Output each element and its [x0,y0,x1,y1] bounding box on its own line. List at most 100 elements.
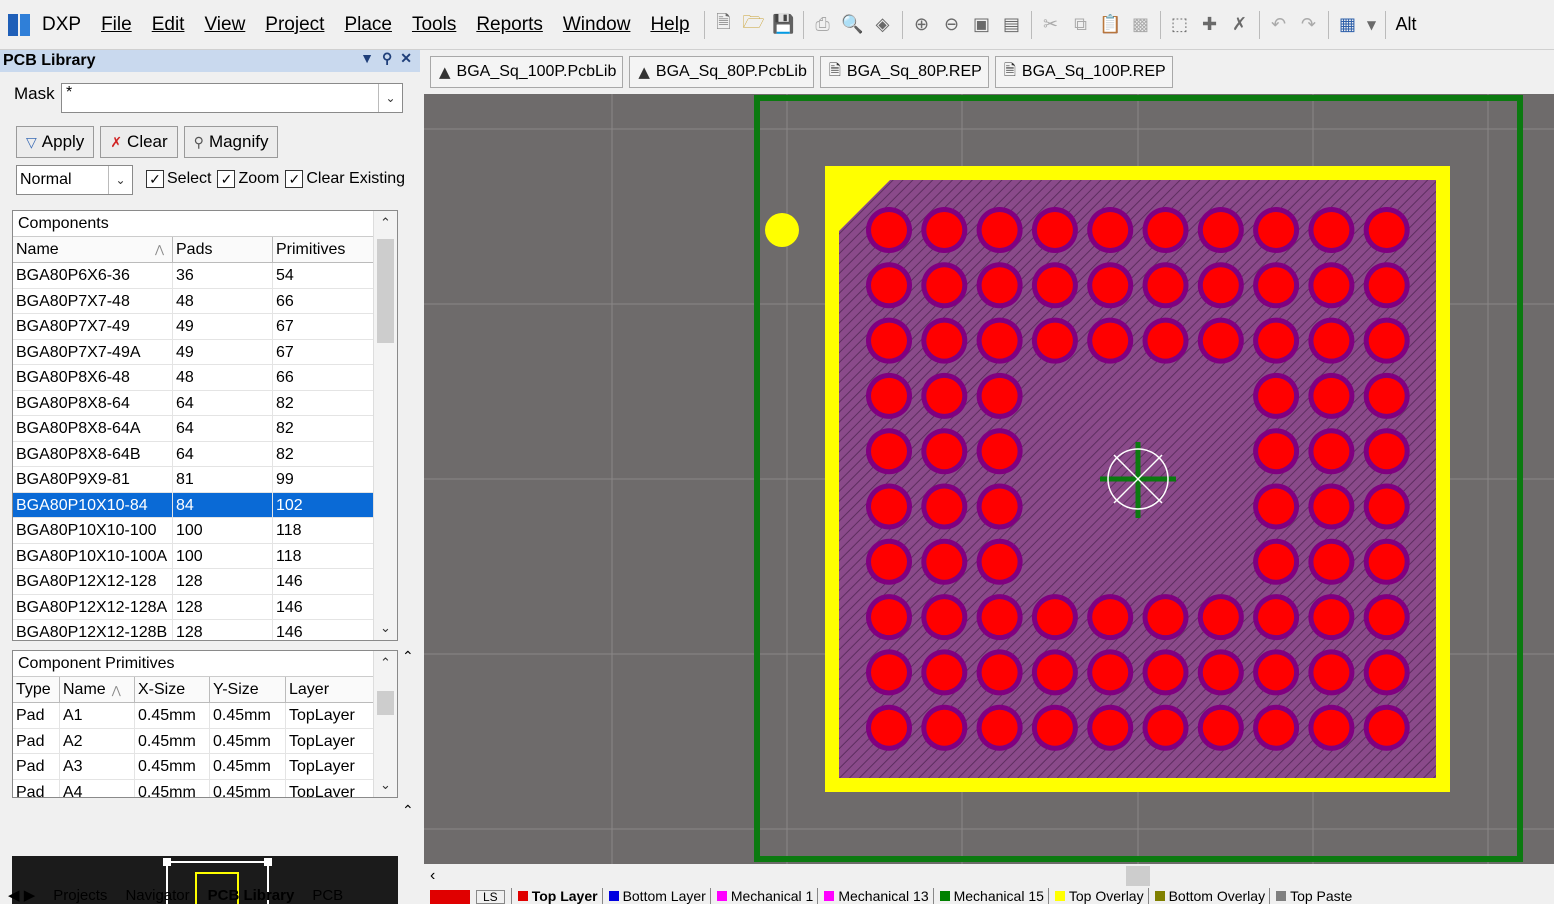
print-icon[interactable]: ⎙ [808,10,838,40]
component-row[interactable]: BGA80P10X10-100 100 118 [13,518,375,544]
bga-pad[interactable] [871,709,907,746]
cut-icon[interactable]: ✂ [1036,10,1066,40]
bga-pad[interactable] [1147,599,1184,636]
bga-pad[interactable] [1092,599,1129,636]
component-row[interactable]: BGA80P10X10-84 84 102 [13,492,375,518]
bga-pad[interactable] [1092,654,1129,691]
scrollbar-thumb[interactable] [377,691,394,715]
column-prim-name[interactable]: Name ⋀ [60,677,135,702]
copy-icon[interactable]: ⧉ [1066,10,1096,40]
layer-tab[interactable]: Mechanical 13 [817,888,932,904]
bga-pad[interactable] [1313,322,1350,359]
bga-pad[interactable] [1202,654,1239,691]
zoom-in-icon[interactable]: ⊕ [907,10,937,40]
close-icon[interactable]: ✕ [400,50,412,67]
bga-pad[interactable] [926,599,963,636]
bga-pad[interactable] [981,654,1018,691]
bga-pad[interactable] [981,267,1018,304]
bga-pad[interactable] [1368,433,1405,470]
menu-help[interactable]: Help [640,0,699,50]
bga-pad[interactable] [1092,709,1129,746]
bga-pad[interactable] [1147,709,1184,746]
bga-pad[interactable] [1368,654,1405,691]
bga-pad[interactable] [981,212,1018,248]
bga-pad[interactable] [1368,599,1405,636]
bga-pad[interactable] [1313,543,1350,580]
tab-projects[interactable]: Projects [53,887,107,904]
bga-pad[interactable] [1258,488,1295,525]
redo-icon[interactable]: ↷ [1294,10,1324,40]
bga-pad[interactable] [926,212,963,248]
zoom-fit-icon[interactable]: ▣ [967,10,997,40]
scrollbar-thumb[interactable] [377,239,394,343]
bga-pad[interactable] [1036,709,1073,746]
bga-pad[interactable] [1368,212,1405,248]
pcb-canvas[interactable] [424,94,1554,864]
bga-pad[interactable] [1368,377,1405,414]
move-icon[interactable]: ✚ [1195,10,1225,40]
component-row[interactable]: BGA80P6X6-36 36 54 [13,263,375,289]
primitives-scrollbar[interactable]: ⌃ ⌄ [373,651,397,797]
bga-pad[interactable] [1036,599,1073,636]
bga-pad[interactable] [1092,267,1129,304]
bga-pad[interactable] [1202,267,1239,304]
primitive-row[interactable]: Pad A1 0.45mm 0.45mm TopLayer [13,703,375,729]
bga-pad[interactable] [1202,599,1239,636]
doc-tab-bga-sq-100p-rep[interactable]: 🗎 BGA_Sq_100P.REP [994,56,1173,88]
bga-pad[interactable] [926,322,963,359]
bga-pad[interactable] [1036,322,1073,359]
bga-pad[interactable] [1313,709,1350,746]
menu-window[interactable]: Window [553,0,641,50]
component-row[interactable]: BGA80P8X8-64B 64 82 [13,441,375,467]
bga-pad[interactable] [1258,654,1295,691]
component-row[interactable]: BGA80P12X12-128B 128 146 [13,620,375,640]
bga-pad[interactable] [1368,267,1405,304]
scroll-left-icon[interactable]: ‹ [430,864,435,888]
component-row[interactable]: BGA80P7X7-48 48 66 [13,288,375,314]
clear-button[interactable]: ✗ Clear [100,126,178,158]
column-name[interactable]: Name ⋀ [13,237,173,262]
bga-pad[interactable] [926,267,963,304]
component-row[interactable]: BGA80P12X12-128 128 146 [13,569,375,595]
chevron-down-icon[interactable]: ▼ [1363,10,1381,40]
bga-pad[interactable] [926,433,963,470]
paste-icon[interactable]: 📋 [1096,10,1126,40]
layer-set-button[interactable]: LS [476,890,505,904]
bga-pad[interactable] [1092,322,1129,359]
bga-pad[interactable] [1368,543,1405,580]
new-file-icon[interactable]: 🗎 [709,10,739,40]
doc-tab-bga-sq-80p-pcblib[interactable]: ▲ BGA_Sq_80P.PcbLib [629,56,814,88]
component-row[interactable]: BGA80P9X9-81 81 99 [13,467,375,493]
bga-pad[interactable] [871,433,907,470]
grid-icon[interactable]: ▦ [1333,10,1363,40]
primitive-row[interactable]: Pad A4 0.45mm 0.45mm TopLayer [13,779,375,797]
bga-pad[interactable] [871,543,907,580]
zoom-out-icon[interactable]: ⊖ [937,10,967,40]
bga-pad[interactable] [1313,267,1350,304]
collapse-icon[interactable]: ⌃ [402,802,414,819]
component-row[interactable]: BGA80P8X8-64 64 82 [13,390,375,416]
bga-pad[interactable] [981,433,1018,470]
bga-pad[interactable] [1313,433,1350,470]
tab-pcb-library[interactable]: PCB Library [208,887,295,904]
select-checkbox[interactable]: ✓ [146,170,164,188]
bga-pad[interactable] [1313,377,1350,414]
mask-input[interactable]: * ⌄ [61,83,403,113]
canvas-hscrollbar[interactable]: ‹ [424,864,1554,888]
pin-icon[interactable]: ⚲ [382,50,392,67]
bga-pad[interactable] [1147,267,1184,304]
bga-pad[interactable] [981,377,1018,414]
menu-place[interactable]: Place [334,0,402,50]
bga-pad[interactable] [1036,212,1073,248]
bga-pad[interactable] [981,709,1018,746]
bga-pad[interactable] [1258,267,1295,304]
open-folder-icon[interactable]: 🗁 [739,10,769,40]
bga-pad[interactable] [1313,488,1350,525]
scroll-down-icon[interactable]: ⌄ [374,616,397,640]
bga-pad[interactable] [1313,599,1350,636]
component-row[interactable]: BGA80P12X12-128A 128 146 [13,594,375,620]
bga-pad[interactable] [1036,654,1073,691]
panel-menu-icon[interactable]: ▼ [360,50,374,67]
bga-pad[interactable] [1092,212,1129,248]
scroll-up-icon[interactable]: ⌃ [374,651,397,675]
